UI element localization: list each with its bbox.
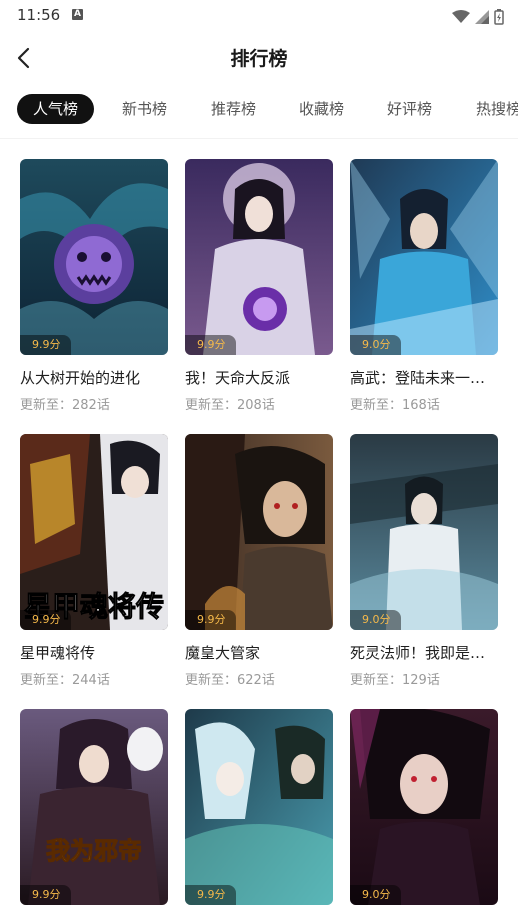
update-prefix: 更新至： (20, 673, 73, 688)
book-cover: 9.0分 (350, 709, 498, 905)
status-bar: 11:56 A (0, 0, 518, 30)
score-badge: 9.0分 (350, 885, 401, 905)
book-update: 更新至：282话 (20, 394, 168, 413)
book-title: 从大树开始的进化 (20, 369, 141, 387)
book-cover: 9.0分 (350, 434, 498, 630)
book-title: 高武：登陆未来一… (350, 369, 486, 387)
score-badge: 9.0分 (350, 610, 401, 630)
score-badge: 9.9分 (185, 335, 236, 355)
divider (0, 138, 518, 139)
update-prefix: 更新至： (350, 398, 403, 413)
score-badge: 9.9分 (185, 885, 236, 905)
book-update: 更新至：244话 (20, 669, 168, 688)
tab-top-rated[interactable]: 好评榜 (387, 94, 432, 124)
book-card[interactable]: 9.9分 魔皇大管家 更新至：622话 (185, 434, 333, 688)
book-update: 更新至：129话 (350, 669, 498, 688)
book-card[interactable]: 9.9分 我！天命大反派 更新至：208话 (185, 159, 333, 413)
book-card[interactable]: 9.9分 (185, 709, 333, 905)
ranking-tabs: 人气榜 新书榜 推荐榜 收藏榜 好评榜 热搜榜 (0, 94, 518, 126)
nav-bar: 排行榜 (0, 30, 518, 86)
update-count: 129话 (402, 673, 440, 688)
book-title: 魔皇大管家 (185, 644, 261, 662)
update-prefix: 更新至： (350, 673, 403, 688)
update-prefix: 更新至： (185, 398, 238, 413)
wifi-icon (451, 9, 470, 23)
book-cover: 9.0分 (350, 159, 498, 355)
book-card[interactable]: 9.0分 高武：登陆未来一… 更新至：168话 (350, 159, 498, 413)
tab-new-books[interactable]: 新书榜 (122, 94, 167, 124)
signal-icon (474, 9, 489, 24)
status-icons (451, 6, 504, 25)
page-title: 排行榜 (230, 48, 288, 70)
book-card[interactable]: 9.0分 死灵法师！我即是… 更新至：129话 (350, 434, 498, 688)
book-card[interactable]: 我为邪帝 9.9分 (20, 709, 168, 905)
book-cover: 9.9分 (20, 159, 168, 355)
book-title: 死灵法师！我即是… (350, 644, 486, 662)
tab-popular[interactable]: 人气榜 (17, 94, 95, 124)
update-prefix: 更新至： (20, 398, 73, 413)
update-count: 622话 (237, 673, 275, 688)
update-count: 168话 (402, 398, 440, 413)
book-cover: 9.9分 (185, 159, 333, 355)
notification-badge: A (72, 9, 83, 20)
cover-title-text: 我为邪帝 (46, 837, 142, 865)
battery-icon (494, 8, 504, 25)
tab-hot-search[interactable]: 热搜榜 (476, 94, 518, 124)
book-title: 我！天命大反派 (185, 369, 291, 387)
book-cover: 星甲魂将传 9.9分 (20, 434, 168, 630)
score-badge: 9.0分 (350, 335, 401, 355)
book-title: 星甲魂将传 (20, 644, 96, 662)
book-card[interactable]: 9.9分 从大树开始的进化 更新至：282话 (20, 159, 168, 413)
book-cover: 9.9分 (185, 709, 333, 905)
book-update: 更新至：622话 (185, 669, 333, 688)
book-card[interactable]: 9.0分 (350, 709, 498, 905)
score-badge: 9.9分 (20, 335, 71, 355)
book-update: 更新至：168话 (350, 394, 498, 413)
book-cover: 9.9分 (185, 434, 333, 630)
score-badge: 9.9分 (185, 610, 236, 630)
book-card[interactable]: 星甲魂将传 9.9分 星甲魂将传 更新至：244话 (20, 434, 168, 688)
tab-recommended[interactable]: 推荐榜 (211, 94, 256, 124)
update-prefix: 更新至： (185, 673, 238, 688)
update-count: 244话 (72, 673, 110, 688)
update-count: 282话 (72, 398, 110, 413)
book-cover: 我为邪帝 9.9分 (20, 709, 168, 905)
book-update: 更新至：208话 (185, 394, 333, 413)
status-time: 11:56 (17, 6, 61, 24)
tab-favorites[interactable]: 收藏榜 (299, 94, 344, 124)
score-badge: 9.9分 (20, 885, 71, 905)
update-count: 208话 (237, 398, 275, 413)
score-badge: 9.9分 (20, 610, 71, 630)
